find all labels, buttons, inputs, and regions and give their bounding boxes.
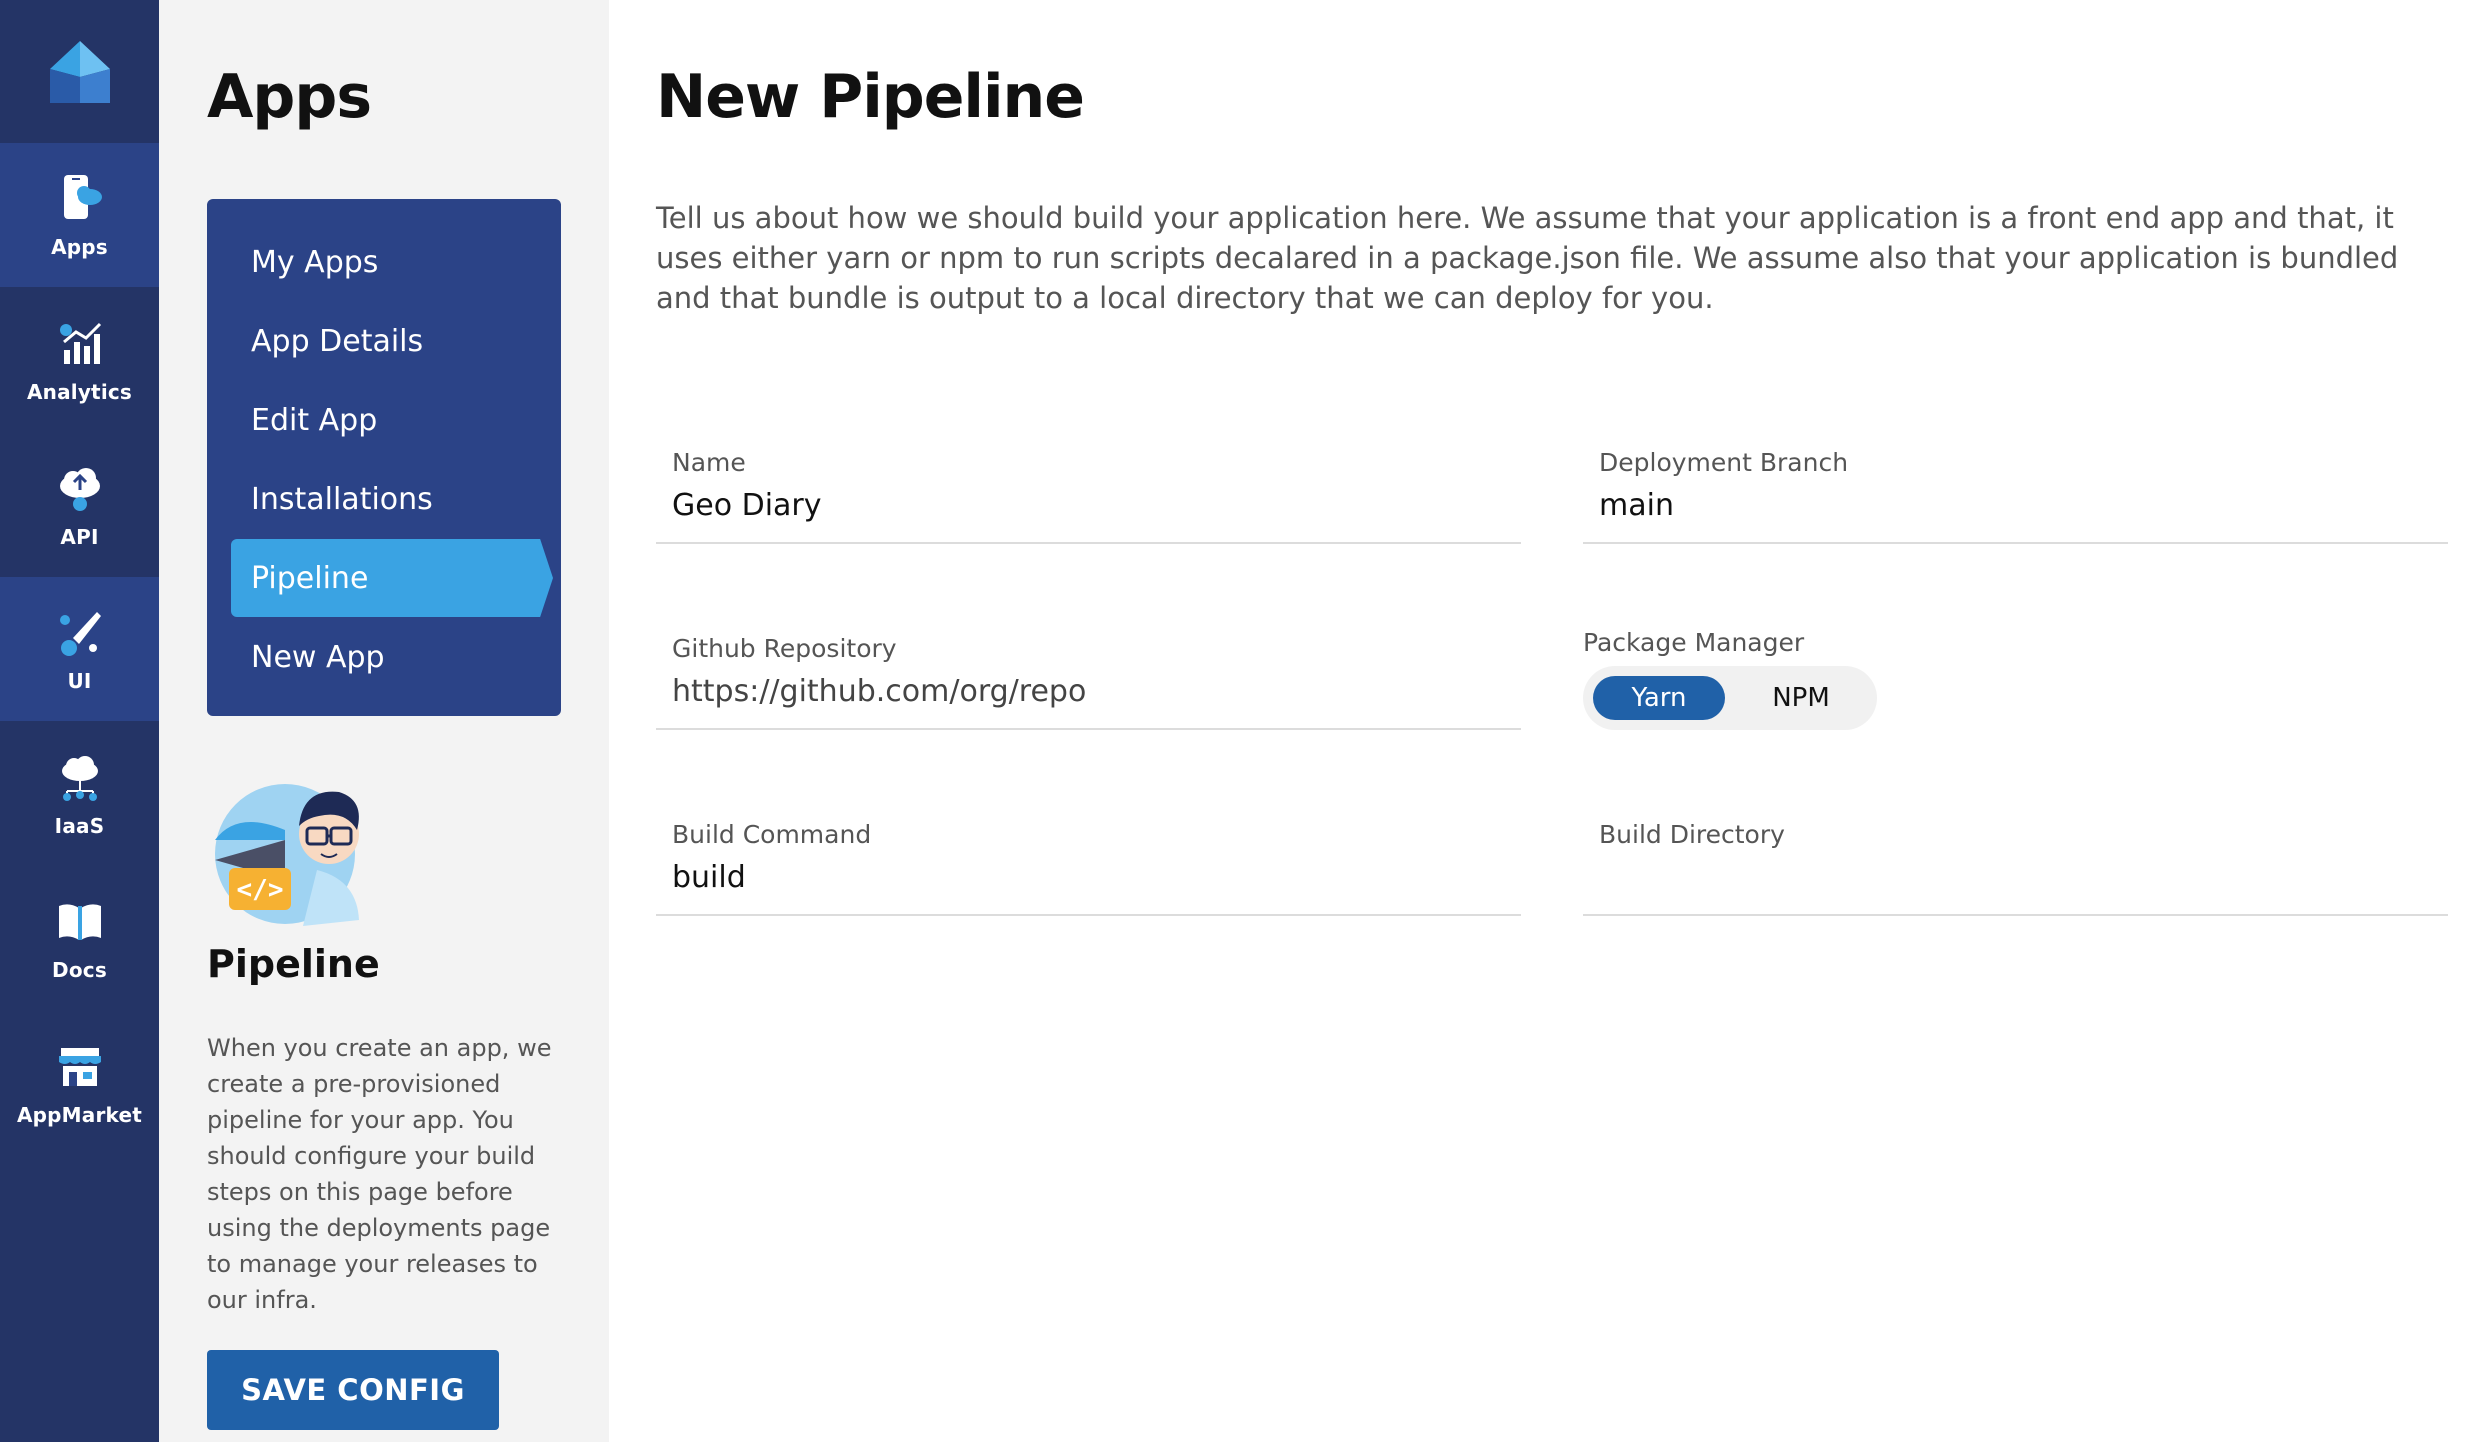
rail-item-analytics[interactable]: Analytics — [0, 288, 159, 432]
github-repository-field: Github Repository — [656, 634, 1521, 730]
build-directory-field: Build Directory — [1583, 820, 2448, 916]
rail-label: IaaS — [54, 814, 105, 838]
rail-item-appmarket[interactable]: AppMarket — [0, 1011, 159, 1155]
section-description: When you create an app, we create a pre-… — [207, 1034, 552, 1314]
menu-item-my-apps[interactable]: My Apps — [231, 223, 553, 301]
rail-item-iaas[interactable]: IaaS — [0, 722, 159, 866]
github-repository-label: Github Repository — [672, 634, 897, 663]
menu-item-installations[interactable]: Installations — [231, 460, 553, 538]
name-label: Name — [672, 448, 746, 477]
page-title: New Pipeline — [656, 62, 1085, 132]
deployment-branch-field: Deployment Branch — [1583, 448, 2448, 544]
cloud-network-icon — [52, 750, 108, 806]
name-field: Name — [656, 448, 1521, 544]
rail-item-ui[interactable]: UI — [0, 577, 159, 721]
paint-brush-icon — [52, 605, 108, 661]
package-manager-label: Package Manager — [1583, 628, 1805, 657]
menu-item-new-app[interactable]: New App — [231, 618, 553, 696]
menu-item-edit-app[interactable]: Edit App — [231, 381, 553, 459]
deployment-branch-input[interactable] — [1599, 488, 2439, 523]
app-logo[interactable] — [0, 0, 159, 143]
yarn-option[interactable]: Yarn — [1593, 676, 1725, 720]
apps-sidebar: Apps My Apps App Details Edit App Instal… — [159, 0, 609, 1442]
section-heading: Pipeline — [207, 942, 380, 986]
analytics-chart-icon — [52, 316, 108, 372]
developer-illustration: </> — [207, 770, 367, 930]
rail-label: UI — [67, 669, 92, 693]
package-manager-toggle: Yarn NPM — [1583, 666, 1877, 730]
rail-label: Apps — [51, 235, 108, 259]
menu-item-pipeline[interactable]: Pipeline — [231, 539, 553, 617]
rail-item-api[interactable]: API — [0, 433, 159, 577]
name-input[interactable] — [672, 488, 1512, 523]
sidebar-title: Apps — [207, 62, 372, 132]
storefront-icon — [52, 1039, 108, 1095]
rail-label: AppMarket — [16, 1103, 143, 1127]
svg-text:</>: </> — [237, 875, 284, 905]
build-command-input[interactable] — [672, 860, 1512, 895]
main-content: New Pipeline Tell us about how we should… — [609, 0, 2492, 1442]
cloud-upload-icon — [52, 461, 108, 517]
rail-label: Docs — [52, 958, 107, 982]
build-command-label: Build Command — [672, 820, 872, 849]
rail-label: API — [60, 525, 99, 549]
rail-label: Analytics — [26, 380, 133, 404]
menu-item-app-details[interactable]: App Details — [231, 302, 553, 380]
save-config-button[interactable]: SAVE CONFIG — [207, 1350, 499, 1430]
logo-icon — [49, 40, 110, 103]
rail-item-apps[interactable]: Apps — [0, 143, 159, 287]
build-command-field: Build Command — [656, 820, 1521, 916]
build-directory-input[interactable] — [1599, 860, 2439, 895]
book-icon — [52, 894, 108, 950]
page-intro: Tell us about how we should build your a… — [656, 201, 2399, 315]
build-directory-label: Build Directory — [1599, 820, 1785, 849]
github-repository-input[interactable] — [672, 674, 1512, 709]
npm-option[interactable]: NPM — [1735, 676, 1867, 720]
package-manager-field: Package Manager Yarn NPM — [1583, 628, 2448, 730]
apps-menu: My Apps App Details Edit App Installatio… — [207, 199, 561, 716]
rail-item-docs[interactable]: Docs — [0, 866, 159, 1010]
mobile-cloud-icon — [52, 171, 108, 227]
icon-rail: Apps Analytics API UI IaaS Docs AppMarke… — [0, 0, 159, 1442]
deployment-branch-label: Deployment Branch — [1599, 448, 1849, 477]
